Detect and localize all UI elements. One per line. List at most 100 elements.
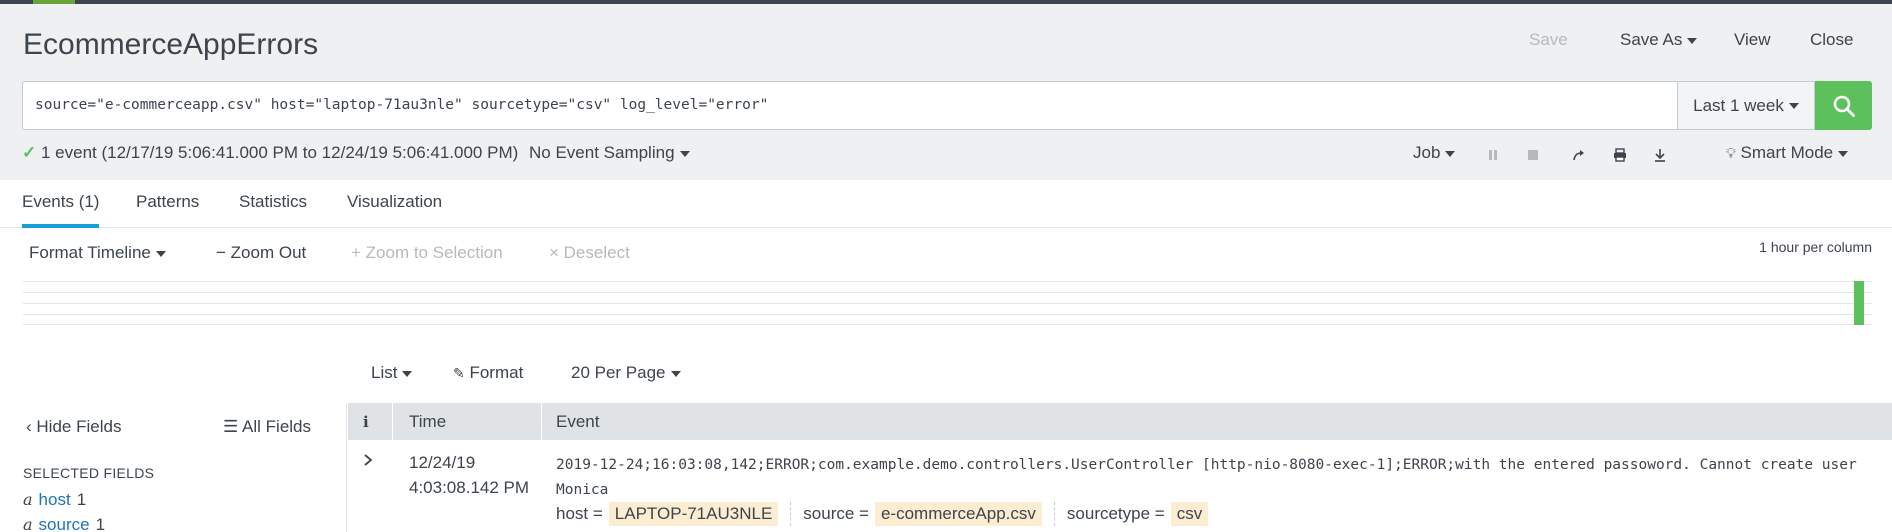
chevron-right-icon[interactable] xyxy=(360,452,376,468)
string-type-icon: a xyxy=(23,490,33,509)
tab-events[interactable]: Events (1) xyxy=(22,192,100,228)
search-button[interactable] xyxy=(1815,81,1872,130)
time-range-label: Last 1 week xyxy=(1693,95,1784,115)
field-count: 1 xyxy=(95,515,106,532)
event-count-summary: 1 event (12/17/19 5:06:41.000 PM to 12/2… xyxy=(40,143,519,162)
tab-patterns[interactable]: Patterns xyxy=(136,192,199,224)
time-column-header[interactable]: Time xyxy=(409,403,446,440)
timeline-gridline xyxy=(23,324,1872,325)
chevron-down-icon xyxy=(402,370,413,377)
field-name[interactable]: source xyxy=(39,515,90,532)
field-count: 1 xyxy=(76,490,87,509)
zoom-out-label: Zoom Out xyxy=(230,243,307,262)
event-date: 12/24/19 xyxy=(409,453,476,472)
pencil-icon: ✎ xyxy=(453,365,465,381)
kv-source: source = e-commerceApp.csv xyxy=(803,502,1042,526)
timeline-resolution: 1 hour per column xyxy=(1759,239,1872,255)
share-icon[interactable] xyxy=(1570,146,1588,164)
event-sampling-label: No Event Sampling xyxy=(529,143,675,162)
search-icon xyxy=(1833,95,1855,117)
hide-fields-label: Hide Fields xyxy=(36,417,122,436)
search-mode-dropdown[interactable]: 💡︎ Smart Mode xyxy=(1726,143,1849,163)
job-menu-label: Job xyxy=(1413,143,1441,162)
timeline-gridline xyxy=(23,303,1872,304)
column-divider xyxy=(392,403,393,440)
minus-icon: − xyxy=(216,243,226,262)
field-name[interactable]: host xyxy=(39,490,71,509)
kv-value[interactable]: LAPTOP-71AU3NLE xyxy=(608,502,779,526)
field-item-source[interactable]: a source 1 xyxy=(23,515,105,532)
chevron-down-icon xyxy=(1838,150,1849,157)
export-icon[interactable] xyxy=(1651,146,1669,164)
event-timeline[interactable] xyxy=(23,281,1872,325)
chevron-down-icon xyxy=(155,250,166,257)
event-field-values: host = LAPTOP-71AU3NLE source = e-commerce… xyxy=(556,502,1209,526)
format-button[interactable]: ✎ Format xyxy=(453,363,523,383)
results-tabs: Events (1) Patterns Statistics Visualiza… xyxy=(0,180,1892,228)
string-type-icon: a xyxy=(23,515,33,532)
all-fields-button[interactable]: ☰ All Fields xyxy=(223,417,311,437)
kv-divider xyxy=(790,502,792,526)
field-item-host[interactable]: a host 1 xyxy=(23,490,86,510)
chevron-down-icon xyxy=(679,150,690,157)
list-view-label: List xyxy=(371,363,398,382)
kv-divider xyxy=(1053,502,1055,526)
events-table-header: i Time Event xyxy=(348,403,1892,440)
checkmark-icon: ✓ xyxy=(22,143,37,162)
fields-sidebar: ‹ Hide Fields ☰ All Fields SELECTED FIEL… xyxy=(0,403,347,532)
search-mode-label: Smart Mode xyxy=(1740,143,1834,162)
report-title: EcommerceAppErrors xyxy=(23,28,319,61)
timeline-gridline xyxy=(23,281,1872,282)
save-button[interactable]: Save xyxy=(1529,30,1568,50)
zoom-out-button[interactable]: − Zoom Out xyxy=(216,243,306,263)
chevron-down-icon xyxy=(670,370,681,377)
search-input[interactable]: source="e-commerceapp.csv" host="laptop-… xyxy=(22,81,1678,130)
event-column-header: Event xyxy=(556,411,600,431)
list-view-dropdown[interactable]: List xyxy=(371,363,413,383)
save-as-button[interactable]: Save As xyxy=(1620,30,1698,50)
kv-value[interactable]: e-commerceApp.csv xyxy=(874,502,1042,526)
format-timeline-dropdown[interactable]: Format Timeline xyxy=(29,243,166,263)
kv-value[interactable]: csv xyxy=(1170,502,1209,526)
view-button[interactable]: View xyxy=(1734,30,1771,50)
kv-host: host = LAPTOP-71AU3NLE xyxy=(556,502,779,526)
close-button[interactable]: Close xyxy=(1810,30,1853,50)
chevron-down-icon xyxy=(1687,37,1698,44)
list-icon: ☰ xyxy=(223,417,239,436)
time-range-picker[interactable]: Last 1 week xyxy=(1677,81,1815,130)
zoom-to-selection-button[interactable]: + Zoom to Selection xyxy=(351,243,503,263)
format-label: Format xyxy=(469,363,524,382)
job-status: ✓ 1 event (12/17/19 5:06:41.000 PM to 12… xyxy=(22,143,518,163)
selected-fields-heading: SELECTED FIELDS xyxy=(23,465,155,481)
per-page-label: 20 Per Page xyxy=(571,363,666,382)
chevron-down-icon xyxy=(1788,102,1799,109)
all-fields-label: All Fields xyxy=(242,417,312,436)
event-sampling-dropdown[interactable]: No Event Sampling xyxy=(529,143,690,163)
info-column-header: i xyxy=(363,412,369,431)
timeline-gridline xyxy=(23,292,1872,293)
deselect-button[interactable]: × Deselect xyxy=(549,243,630,263)
print-icon[interactable] xyxy=(1611,146,1629,164)
kv-key: source = xyxy=(803,504,869,523)
timeline-bar[interactable] xyxy=(1854,281,1864,325)
kv-key: sourcetype = xyxy=(1066,504,1165,523)
pause-icon[interactable] xyxy=(1484,146,1502,164)
search-query-text[interactable]: source="e-commerceapp.csv" host="laptop-… xyxy=(35,97,768,113)
save-as-label: Save As xyxy=(1620,30,1683,49)
tab-visualization[interactable]: Visualization xyxy=(347,192,442,224)
chevron-down-icon xyxy=(1445,150,1456,157)
stop-icon[interactable] xyxy=(1524,146,1542,164)
chevron-left-icon: ‹ xyxy=(26,417,32,436)
event-time: 12/24/19 4:03:08.142 PM xyxy=(409,450,529,500)
per-page-dropdown[interactable]: 20 Per Page xyxy=(571,363,681,383)
hide-fields-button[interactable]: ‹ Hide Fields xyxy=(26,417,121,437)
event-raw-text: 2019-12-24;16:03:08,142;ERROR;com.exampl… xyxy=(556,457,1857,498)
event-clock: 4:03:08.142 PM xyxy=(409,478,530,497)
job-menu[interactable]: Job xyxy=(1413,143,1456,163)
table-row: 12/24/19 4:03:08.142 PM 2019-12-24;16:03… xyxy=(348,440,1892,532)
format-timeline-label: Format Timeline xyxy=(29,243,151,262)
kv-key: host = xyxy=(556,504,603,523)
tab-statistics[interactable]: Statistics xyxy=(239,192,307,224)
lightbulb-icon: 💡︎ xyxy=(1726,145,1736,161)
column-divider xyxy=(541,403,542,440)
